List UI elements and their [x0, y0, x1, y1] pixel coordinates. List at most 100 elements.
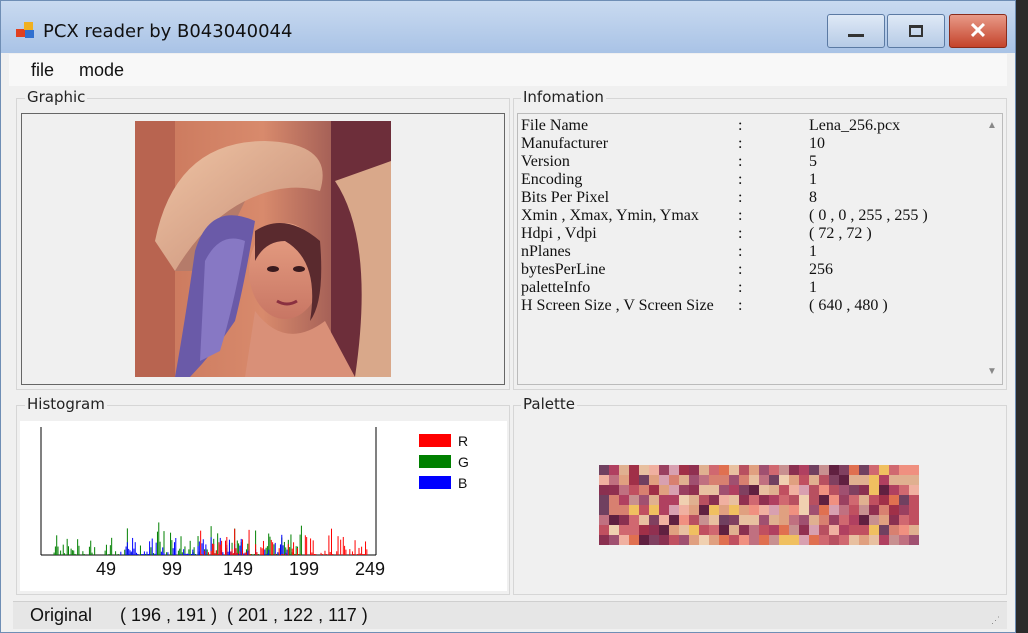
palette-cell	[699, 525, 709, 535]
palette-cell	[619, 505, 629, 515]
palette-cell	[739, 495, 749, 505]
palette-cell	[689, 495, 699, 505]
menu-mode[interactable]: mode	[79, 60, 124, 81]
palette-cell	[659, 535, 669, 545]
palette-cell	[679, 495, 689, 505]
palette-cell	[749, 485, 759, 495]
palette-cell	[759, 535, 769, 545]
scroll-up-icon[interactable]: ▲	[982, 116, 1002, 136]
palette-cell	[619, 485, 629, 495]
palette-cell	[819, 535, 829, 545]
palette-cell	[709, 475, 719, 485]
palette-cell	[779, 485, 789, 495]
palette-cell	[869, 485, 879, 495]
palette-cell	[719, 525, 729, 535]
palette-cell	[879, 515, 889, 525]
palette-cell	[899, 515, 909, 525]
palette-cell	[719, 485, 729, 495]
palette-cell	[649, 465, 659, 475]
palette-cell	[609, 525, 619, 535]
palette-cell	[829, 535, 839, 545]
close-button[interactable]: ✕	[949, 14, 1007, 48]
palette-cell	[899, 525, 909, 535]
palette-group-label: Palette	[521, 395, 577, 413]
palette-cell	[719, 505, 729, 515]
status-mode: Original	[30, 605, 93, 625]
palette-cell	[779, 515, 789, 525]
palette-cell	[819, 465, 829, 475]
palette-cell	[699, 495, 709, 505]
maximize-button[interactable]	[887, 14, 945, 48]
palette-cell	[639, 505, 649, 515]
status-bar: Original ( 196 , 191 ) ( 201 , 122 , 117…	[13, 601, 1007, 629]
palette-cell	[869, 475, 879, 485]
palette-cell	[749, 505, 759, 515]
palette-cell	[599, 495, 609, 505]
palette-cell	[629, 475, 639, 485]
palette-cell	[819, 495, 829, 505]
palette-cell	[799, 505, 809, 515]
info-group-label: Infomation	[521, 88, 606, 106]
palette-cell	[649, 535, 659, 545]
palette-cell	[659, 485, 669, 495]
palette-cell	[729, 495, 739, 505]
palette-cell	[799, 475, 809, 485]
palette-cell	[819, 525, 829, 535]
title-bar[interactable]: PCX reader by B043040044 ✕	[1, 1, 1015, 53]
palette-cell	[689, 515, 699, 525]
scroll-down-icon[interactable]: ▼	[982, 362, 1002, 382]
palette-cell	[799, 525, 809, 535]
palette-cell	[689, 465, 699, 475]
palette-cell	[799, 535, 809, 545]
palette-cell	[859, 475, 869, 485]
minimize-button[interactable]	[827, 14, 885, 48]
palette-cell	[849, 475, 859, 485]
palette-cell	[649, 525, 659, 535]
palette-cell	[669, 475, 679, 485]
palette-cell	[709, 535, 719, 545]
palette-cell	[759, 495, 769, 505]
info-scrollbar[interactable]: ▲ ▼	[982, 114, 1002, 384]
palette-cell	[889, 535, 899, 545]
palette-cell	[769, 525, 779, 535]
palette-cell	[619, 515, 629, 525]
palette-cell	[819, 505, 829, 515]
palette-cell	[779, 475, 789, 485]
palette-cell	[899, 535, 909, 545]
palette-cell	[629, 465, 639, 475]
palette-cell	[659, 505, 669, 515]
palette-cell	[599, 505, 609, 515]
palette-cell	[879, 495, 889, 505]
palette-cell	[759, 505, 769, 515]
palette-cell	[609, 485, 619, 495]
status-rgb: ( 201 , 122 , 117 )	[227, 605, 368, 625]
palette-cell	[599, 525, 609, 535]
palette-cell	[829, 465, 839, 475]
palette-cell	[739, 475, 749, 485]
palette-cell	[699, 515, 709, 525]
palette-cell	[849, 485, 859, 495]
menu-file[interactable]: file	[31, 60, 54, 81]
resize-grip-icon[interactable]: ⋰	[991, 615, 1003, 627]
palette-cell	[719, 465, 729, 475]
palette-cell	[799, 515, 809, 525]
palette-cell	[829, 495, 839, 505]
maximize-icon	[909, 25, 923, 37]
palette-cell	[639, 525, 649, 535]
palette-cell	[779, 465, 789, 475]
palette-cell	[619, 495, 629, 505]
palette-cell	[819, 515, 829, 525]
palette-cell	[639, 465, 649, 475]
palette-cell	[859, 515, 869, 525]
palette-cell	[679, 475, 689, 485]
palette-cell	[789, 495, 799, 505]
palette-cell	[729, 505, 739, 515]
palette-cell	[609, 475, 619, 485]
palette-cell	[859, 485, 869, 495]
palette-cell	[729, 465, 739, 475]
palette-cell	[659, 525, 669, 535]
palette-cell	[879, 535, 889, 545]
palette-cell	[599, 485, 609, 495]
palette-cell	[779, 535, 789, 545]
info-listbox[interactable]: File Name: Lena_256.pcx Manufacturer:10 V…	[517, 113, 1003, 385]
